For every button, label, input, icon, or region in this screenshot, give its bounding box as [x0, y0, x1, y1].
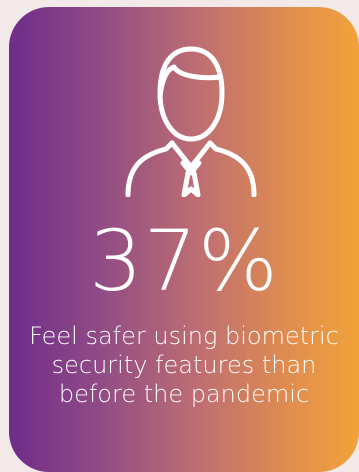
stat-card: 37% Feel safer using biometric security … — [9, 7, 359, 472]
stat-caption: Feel safer using biometric security feat… — [29, 322, 339, 408]
person-icon — [125, 46, 257, 197]
page: 37% Feel safer using biometric security … — [0, 0, 359, 472]
stat-value: 37% — [89, 212, 279, 310]
